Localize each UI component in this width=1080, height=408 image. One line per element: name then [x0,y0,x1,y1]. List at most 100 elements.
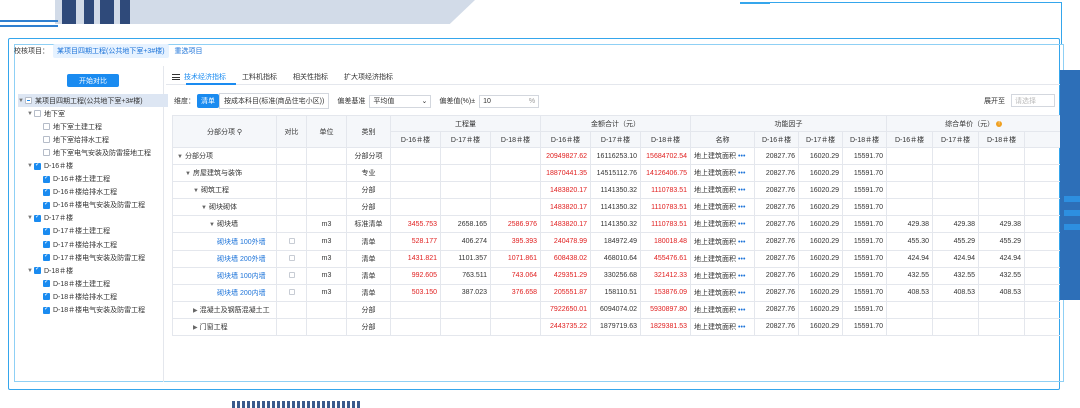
tree-node[interactable]: D-17＃楼电气安装及防雷工程 [18,251,168,264]
project-current-tag[interactable]: 某项目四期工程(公共地下室+3#楼) [53,44,169,58]
table-row[interactable]: ▶ 混凝土及钢筋混凝土工 分部 7922650.01 6094074.02 5930897… [172,300,1060,319]
tree-checkbox[interactable] [43,252,50,262]
cell-name[interactable]: 砌块墙 200外墙 [172,249,277,268]
table-row[interactable]: 砌块墙 100外墙 m3 清单 528.177 406.274 395.393 240478… [172,232,1060,251]
tree-checkbox[interactable] [34,161,41,170]
tree-checkbox[interactable] [34,110,41,118]
tree-checkbox[interactable] [43,123,50,131]
tree-checkbox[interactable] [43,200,50,209]
tree-checkbox[interactable] [43,149,50,157]
menu-icon[interactable] [172,73,180,82]
tree-node[interactable]: ▼ D-17＃楼 [18,212,168,225]
caret-down-icon[interactable]: ▼ [27,268,33,274]
tree-node[interactable]: 地下室电气安装及防雷接地工程 [18,146,168,159]
more-icon[interactable]: ••• [738,273,745,280]
baseline-select[interactable]: 平均值 ⌄ [369,94,432,108]
caret-right-icon[interactable]: ▶ [193,325,198,331]
tree-checkbox[interactable] [43,239,50,249]
more-icon[interactable]: ••• [738,153,745,160]
compare-checkbox[interactable] [288,288,295,295]
tree-node[interactable]: D-18＃楼给排水工程 [18,290,168,303]
cell-name[interactable]: 砌块墙 100外墙 [172,232,277,251]
tree-node[interactable]: ▼ 某项目四期工程(公共地下室+3#楼) [18,94,168,108]
tree-node[interactable]: D-18＃楼电气安装及防雷工程 [18,304,168,317]
caret-down-icon[interactable]: ▼ [27,215,33,221]
table-row[interactable]: 砌块墙 200内墙 m3 清单 503.150 387.023 376.658 205551… [172,283,1060,302]
tree-checkbox[interactable] [34,213,41,222]
cell-factor-name[interactable]: 地上建筑面积 ••• [690,146,756,166]
tab-correlation[interactable]: 相关性指标 [293,72,328,82]
caret-down-icon[interactable]: ▼ [201,205,207,211]
cell-name[interactable]: 砌块墙 100内墙 [172,266,277,285]
table-row[interactable]: 砌块墙 100内墙 m3 清单 992.605 763.511 743.064 429351… [172,266,1060,285]
tree-checkbox[interactable] [43,174,50,183]
tree-checkbox[interactable] [43,187,50,196]
cell-factor-name[interactable]: 地上建筑面积 ••• [690,232,756,251]
more-icon[interactable]: ••• [738,187,745,194]
caret-down-icon[interactable]: ▼ [209,222,215,228]
tree-node[interactable]: 地下室给排水工程 [18,133,168,146]
compare-checkbox[interactable] [288,271,295,278]
tree-node[interactable]: 地下室土建工程 [18,120,168,133]
expand-select[interactable]: 请选择 [1011,94,1055,107]
table-row[interactable]: ▼ 砌块墙 m3 标准清单 3455.753 2658.165 2586.976 148382… [172,215,1060,234]
tree-checkbox[interactable] [43,136,50,144]
more-icon[interactable]: ••• [738,239,745,246]
tree-node[interactable]: D-16＃楼给排水工程 [18,186,168,199]
table-row[interactable]: ▼ 分部分项 分部分项 20949827.62 16116253.10 15684702.… [172,146,1060,166]
tree-node[interactable]: D-17＃楼给排水工程 [18,238,168,251]
cell-factor-name[interactable]: 地上建筑面积 ••• [690,164,756,183]
tree-node[interactable]: D-16＃楼土建工程 [18,173,168,186]
tree-node[interactable]: ▼ D-16＃楼 [18,159,168,172]
tree-node[interactable]: ▼ 地下室 [18,107,168,120]
cell-factor-name[interactable]: 地上建筑面积 ••• [690,181,756,200]
caret-down-icon[interactable]: ▼ [18,98,24,104]
tree-node[interactable]: D-18＃楼土建工程 [18,277,168,290]
tab-extended-econ[interactable]: 扩大项经济指标 [344,72,393,82]
table-row[interactable]: ▼ 房屋建筑与装饰 专业 18870441.35 14515112.76 14126406… [172,164,1060,183]
tree-node[interactable]: D-17＃楼土建工程 [18,225,168,238]
table-row[interactable]: ▼ 砌块砌体 分部 1483820.17 1141350.32 1110783.51 地上建… [172,198,1060,217]
compare-checkbox[interactable] [288,237,295,244]
info-icon[interactable]: ! [996,120,1003,127]
cell-factor-name[interactable]: 地上建筑面积 ••• [690,198,756,217]
dimension-cost-subject-button[interactable]: 按成本科目(标准(商品住宅小区)) [219,93,330,109]
col-header-name[interactable]: 分部分项 ⚲ [172,115,277,148]
tree-checkbox[interactable] [34,265,41,275]
caret-down-icon[interactable]: ▼ [177,154,183,160]
caret-down-icon[interactable]: ▼ [193,188,199,194]
table-row[interactable]: 砌块墙 200外墙 m3 清单 1431.821 1101.357 1071.861 608… [172,249,1060,268]
start-compare-button[interactable]: 开始对比 [67,74,119,87]
tree-checkbox[interactable] [43,305,50,314]
cell-compare[interactable] [276,232,307,251]
caret-down-icon[interactable]: ▼ [27,163,33,169]
cell-factor-name[interactable]: 地上建筑面积 ••• [690,300,756,319]
more-icon[interactable]: ••• [738,221,745,228]
tree-checkbox[interactable] [43,278,50,288]
tab-tech-econ[interactable]: 技术经济指标 [184,72,226,82]
more-icon[interactable]: ••• [738,170,745,177]
tree-checkbox[interactable] [43,291,50,301]
more-icon[interactable]: ••• [738,290,745,297]
cell-factor-name[interactable]: 地上建筑面积 ••• [690,249,756,268]
tree-node[interactable]: D-16＃楼电气安装及防雷工程 [18,199,168,212]
caret-down-icon[interactable]: ▼ [27,111,33,117]
deviation-input[interactable]: 10 % [479,94,540,108]
tree-node[interactable]: ▼ D-18＃楼 [18,264,168,277]
cell-factor-name[interactable]: 地上建筑面积 ••• [690,266,756,285]
cell-compare[interactable] [276,266,307,285]
caret-down-icon[interactable]: ▼ [185,171,191,177]
cell-compare[interactable] [276,283,307,302]
reselect-project-link[interactable]: 重选项目 [175,46,203,56]
caret-right-icon[interactable]: ▶ [193,308,198,314]
tree-checkbox[interactable] [25,97,32,105]
more-icon[interactable]: ••• [738,324,745,331]
more-icon[interactable]: ••• [738,307,745,314]
cell-factor-name[interactable]: 地上建筑面积 ••• [690,317,756,337]
tree-checkbox[interactable] [43,226,50,235]
cell-compare[interactable] [276,249,307,268]
search-icon[interactable]: ⚲ [237,129,242,136]
cell-factor-name[interactable]: 地上建筑面积 ••• [690,283,756,302]
cell-name[interactable]: 砌块墙 200内墙 [172,283,277,302]
table-row[interactable]: ▶ 门窗工程 分部 2443735.22 1879719.63 1829381.53 地上建… [172,317,1060,337]
